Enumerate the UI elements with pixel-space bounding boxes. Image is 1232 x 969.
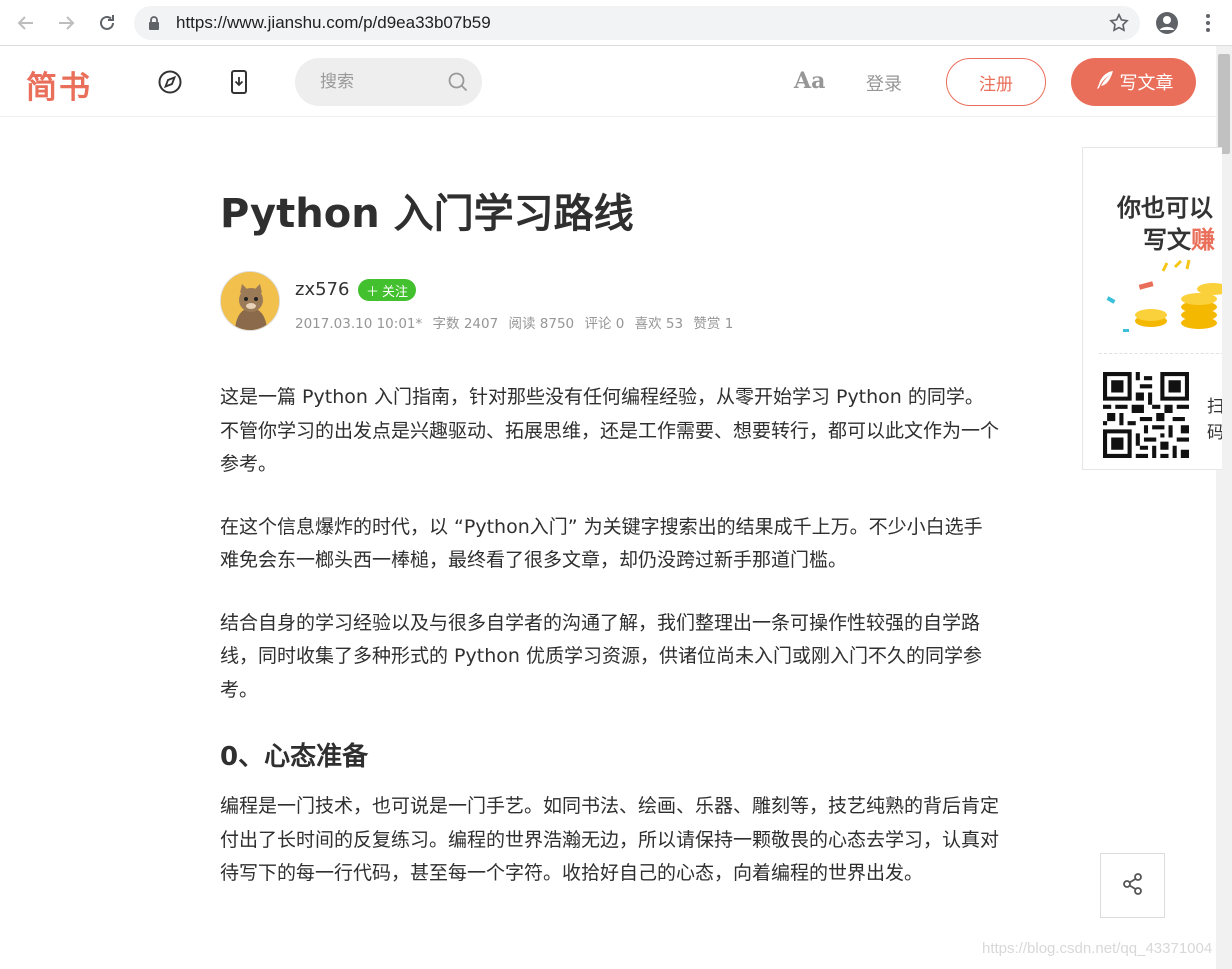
paragraph: 结合自身的学习经验以及与很多自学者的沟通了解，我们整理出一条可操作性较强的自学路… bbox=[220, 611, 982, 701]
ad-line-2-highlight: 赚 bbox=[1191, 226, 1215, 254]
feather-pen-icon bbox=[1094, 69, 1116, 96]
coins-illustration bbox=[1106, 259, 1222, 332]
address-url[interactable]: https://www.jianshu.com/p/d9ea33b07b59 bbox=[176, 13, 491, 33]
article-meta: 2017.03.10 10:01* 字数 2407 阅读 8750 评论 0 喜… bbox=[295, 312, 739, 332]
font-toggle[interactable]: Aa bbox=[794, 68, 825, 94]
compass-icon[interactable] bbox=[157, 69, 183, 95]
profile-icon[interactable] bbox=[1155, 11, 1179, 39]
reward-count: 赞赏 1 bbox=[693, 316, 734, 332]
comment-count: 评论 0 bbox=[584, 316, 625, 332]
address-bar[interactable]: https://www.jianshu.com/p/d9ea33b07b59 bbox=[134, 6, 1140, 40]
follow-label: 关注 bbox=[382, 284, 409, 300]
article-title: Python 入门学习路线 bbox=[220, 191, 634, 237]
section-heading: 0、心态准备 bbox=[220, 742, 369, 772]
ad-line-1: 你也可以 bbox=[1117, 194, 1213, 222]
scrollbar-thumb[interactable] bbox=[1218, 54, 1230, 154]
login-link[interactable]: 登录 bbox=[866, 70, 902, 96]
download-app-icon[interactable] bbox=[226, 69, 252, 95]
side-ad[interactable]: 你也可以 写文赚 扫码 bbox=[1082, 147, 1222, 470]
watermark: https://blog.csdn.net/qq_43371004 bbox=[982, 940, 1213, 957]
write-article-button[interactable]: 写文章 bbox=[1071, 58, 1196, 106]
like-count: 喜欢 53 bbox=[634, 316, 684, 332]
ad-line-2-prefix: 写文 bbox=[1143, 226, 1191, 254]
ad-line-2: 写文赚 bbox=[1143, 220, 1215, 255]
plus-icon: ＋ bbox=[366, 284, 380, 300]
browser-toolbar: https://www.jianshu.com/p/d9ea33b07b59 bbox=[0, 0, 1232, 46]
lock-icon bbox=[148, 15, 160, 35]
author-name[interactable]: zx576 bbox=[295, 279, 349, 300]
bookmark-star-icon[interactable] bbox=[1108, 12, 1130, 38]
author-info: zx576 ＋ 关注 2017.03.10 10:01* 字数 2407 阅读 … bbox=[220, 271, 920, 333]
read-count: 阅读 8750 bbox=[508, 316, 575, 332]
ad-side-text: 扫码 bbox=[1207, 394, 1222, 446]
site-header: 简书 Aa 登录 注册 写文章 bbox=[0, 46, 1216, 117]
share-button[interactable] bbox=[1100, 853, 1165, 918]
paragraph: 这是一篇 Python 入门指南，针对那些没有任何编程经验，从零开始学习 Pyt… bbox=[220, 386, 1000, 475]
forward-icon[interactable] bbox=[54, 11, 78, 35]
write-article-label: 写文章 bbox=[1119, 73, 1174, 94]
ad-divider bbox=[1099, 353, 1222, 354]
avatar[interactable] bbox=[220, 271, 280, 331]
search-box bbox=[295, 58, 482, 106]
share-icon bbox=[1121, 872, 1145, 900]
paragraph: 编程是一门技术，也可说是一门手艺。如同书法、绘画、乐器、雕刻等，技艺纯熟的背后肯… bbox=[220, 795, 1000, 884]
reload-icon[interactable] bbox=[95, 11, 119, 35]
search-input[interactable] bbox=[295, 58, 445, 106]
article-body: 这是一篇 Python 入门指南，针对那些没有任何编程经验，从零开始学习 Pyt… bbox=[220, 381, 1000, 920]
jianshu-logo[interactable]: 简书 bbox=[26, 62, 92, 107]
word-count: 字数 2407 bbox=[432, 316, 499, 332]
register-button[interactable]: 注册 bbox=[946, 58, 1046, 106]
qr-code[interactable] bbox=[1103, 372, 1189, 458]
follow-button[interactable]: ＋ 关注 bbox=[358, 279, 417, 301]
paragraph: 在这个信息爆炸的时代，以 “Python入门” 为关键字搜索出的结果成千上万。不… bbox=[220, 515, 983, 572]
menu-kebab-icon[interactable] bbox=[1200, 11, 1216, 39]
back-icon[interactable] bbox=[14, 11, 38, 35]
register-label: 注册 bbox=[979, 74, 1013, 95]
search-icon[interactable] bbox=[447, 71, 469, 97]
publish-date: 2017.03.10 10:01* bbox=[295, 316, 423, 332]
